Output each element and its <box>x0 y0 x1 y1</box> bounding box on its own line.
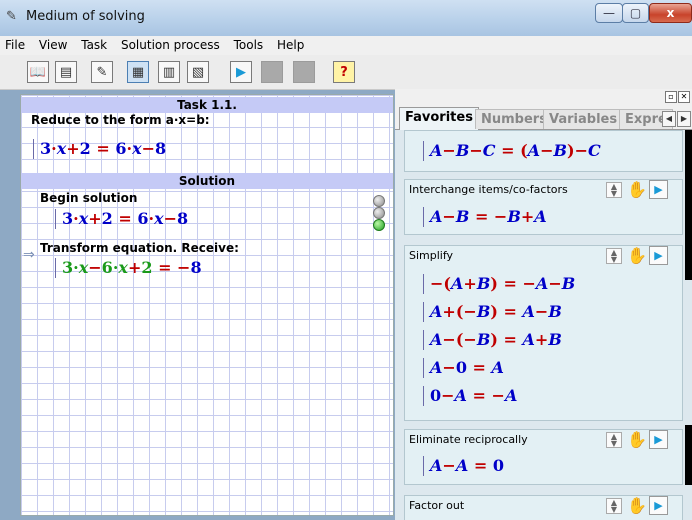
tab-scroll-left-icon[interactable]: ◀ <box>662 111 676 127</box>
solution-workspace[interactable]: Task 1.1. Reduce to the form a·x=b: 3·x+… <box>20 94 394 516</box>
section-title: Simplify <box>409 249 454 262</box>
section-title: Eliminate reciprocally <box>409 433 528 446</box>
step-range-icon[interactable]: ▧ <box>187 61 209 83</box>
task-formula[interactable]: 3·x+2 = 6·x−8 <box>33 139 166 159</box>
menu-file[interactable]: File <box>0 36 30 54</box>
rule-subtract-zero[interactable]: A−0 = A <box>423 358 504 378</box>
select-all-steps-icon[interactable]: ▦ <box>127 61 149 83</box>
help-icon[interactable]: ? <box>333 61 355 83</box>
task-title: Task 1.1. <box>21 97 393 113</box>
status-dot-gray-2 <box>373 207 385 219</box>
step-transform-formula[interactable]: 3·x−6·x+2 = −8 <box>55 258 202 278</box>
disabled-button-2 <box>293 61 315 83</box>
step-begin-formula[interactable]: 3·x+2 = 6·x−8 <box>55 209 188 229</box>
tab-variables[interactable]: Variables <box>543 109 624 129</box>
apply-hand-icon[interactable]: ✋ <box>627 496 647 515</box>
maximize-button[interactable]: ▢ <box>622 3 649 23</box>
apply-hand-icon[interactable]: ✋ <box>627 180 647 199</box>
panel-tabs: Favorites Numbers Variables Expre ◀ ▶ <box>395 105 692 130</box>
edit-notebook-icon[interactable]: ✎ <box>91 61 113 83</box>
tab-favorites[interactable]: Favorites <box>399 107 479 130</box>
section-dropdown-icon[interactable]: ▲ ▼ <box>606 432 622 448</box>
section-dropdown-icon[interactable]: ▲ ▼ <box>606 248 622 264</box>
section-title: Factor out <box>409 499 465 512</box>
rule-subtract-group[interactable]: A−B−C = (A−B)−C <box>423 141 601 161</box>
minimize-button[interactable]: — <box>595 3 623 23</box>
current-step-arrow-icon: ⇒ <box>23 247 35 263</box>
menu-view[interactable]: View <box>34 36 72 54</box>
section-dropdown-icon[interactable]: ▲ ▼ <box>606 182 622 198</box>
toolbar: 📖 ▤ ✎ ▦ ▥ ▧ ▶ ? <box>0 55 692 90</box>
panel-restore-icon[interactable]: ▫ <box>665 91 677 103</box>
section-title: Interchange items/co-factors <box>409 183 568 196</box>
disabled-button-1 <box>261 61 283 83</box>
menu-bar: File View Task Solution process Tools He… <box>0 36 692 55</box>
panel-scroll-shadow-2 <box>685 425 692 485</box>
run-play-icon[interactable]: ▶ <box>649 180 668 199</box>
notebook-icon[interactable]: ▤ <box>55 61 77 83</box>
menu-task[interactable]: Task <box>76 36 112 54</box>
run-play-icon[interactable]: ▶ <box>649 246 668 265</box>
task-instruction: Reduce to the form a·x=b: <box>31 113 210 127</box>
pencil-icon: ✎ <box>6 9 17 24</box>
open-book-icon[interactable]: 📖 <box>27 61 49 83</box>
play-icon[interactable]: ▶ <box>230 61 252 83</box>
rule-negate-sum[interactable]: −(A+B) = −A−B <box>423 274 575 294</box>
title-bar: ✎ Medium of solving — ▢ x <box>0 0 692 36</box>
rule-interchange[interactable]: A−B = −B+A <box>423 207 547 227</box>
section-dropdown-icon[interactable]: ▲ ▼ <box>606 498 622 514</box>
apply-hand-icon[interactable]: ✋ <box>627 246 647 265</box>
panel-top-bar: ▫ ✕ <box>395 89 692 105</box>
step-forward-icon[interactable]: ▥ <box>158 61 180 83</box>
run-play-icon[interactable]: ▶ <box>649 430 668 449</box>
status-dot-gray-1 <box>373 195 385 207</box>
run-play-icon[interactable]: ▶ <box>649 496 668 515</box>
rule-subtract-negative[interactable]: A−(−B) = A+B <box>423 330 562 350</box>
factor-out-section: Factor out ▲ ▼ ✋ ▶ <box>404 495 683 520</box>
close-button[interactable]: x <box>649 3 692 23</box>
menu-help[interactable]: Help <box>272 36 309 54</box>
rule-eliminate[interactable]: A−A = 0 <box>423 456 504 476</box>
eliminate-section: Eliminate reciprocally ▲ ▼ ✋ ▶ A−A = 0 <box>404 429 683 485</box>
transformations-panel: ▫ ✕ Favorites Numbers Variables Expre ◀ … <box>395 89 692 520</box>
menu-tools[interactable]: Tools <box>229 36 269 54</box>
panel-scroll-shadow <box>685 130 692 280</box>
rule-add-negative[interactable]: A+(−B) = A−B <box>423 302 562 322</box>
panel-close-icon[interactable]: ✕ <box>678 91 690 103</box>
step-begin-label: Begin solution <box>40 191 138 205</box>
window-title: Medium of solving <box>26 9 145 24</box>
status-dot-green <box>373 219 385 231</box>
tab-numbers[interactable]: Numbers <box>475 109 553 129</box>
rule-zero-minus[interactable]: 0−A = −A <box>423 386 517 406</box>
menu-solution-process[interactable]: Solution process <box>116 36 225 54</box>
tab-scroll-right-icon[interactable]: ▶ <box>677 111 691 127</box>
simplify-section: Simplify ▲ ▼ ✋ ▶ −(A+B) = −A−B A+(−B) = A… <box>404 245 683 421</box>
favorite-partial-section: A−B−C = (A−B)−C <box>404 130 683 172</box>
solution-header: Solution <box>21 173 393 189</box>
step-transform-label: Transform equation. Receive: <box>40 241 239 255</box>
apply-hand-icon[interactable]: ✋ <box>627 430 647 449</box>
interchange-section: Interchange items/co-factors ▲ ▼ ✋ ▶ A−B … <box>404 179 683 235</box>
app-window: ✎ Medium of solving — ▢ x File View Task… <box>0 0 692 520</box>
